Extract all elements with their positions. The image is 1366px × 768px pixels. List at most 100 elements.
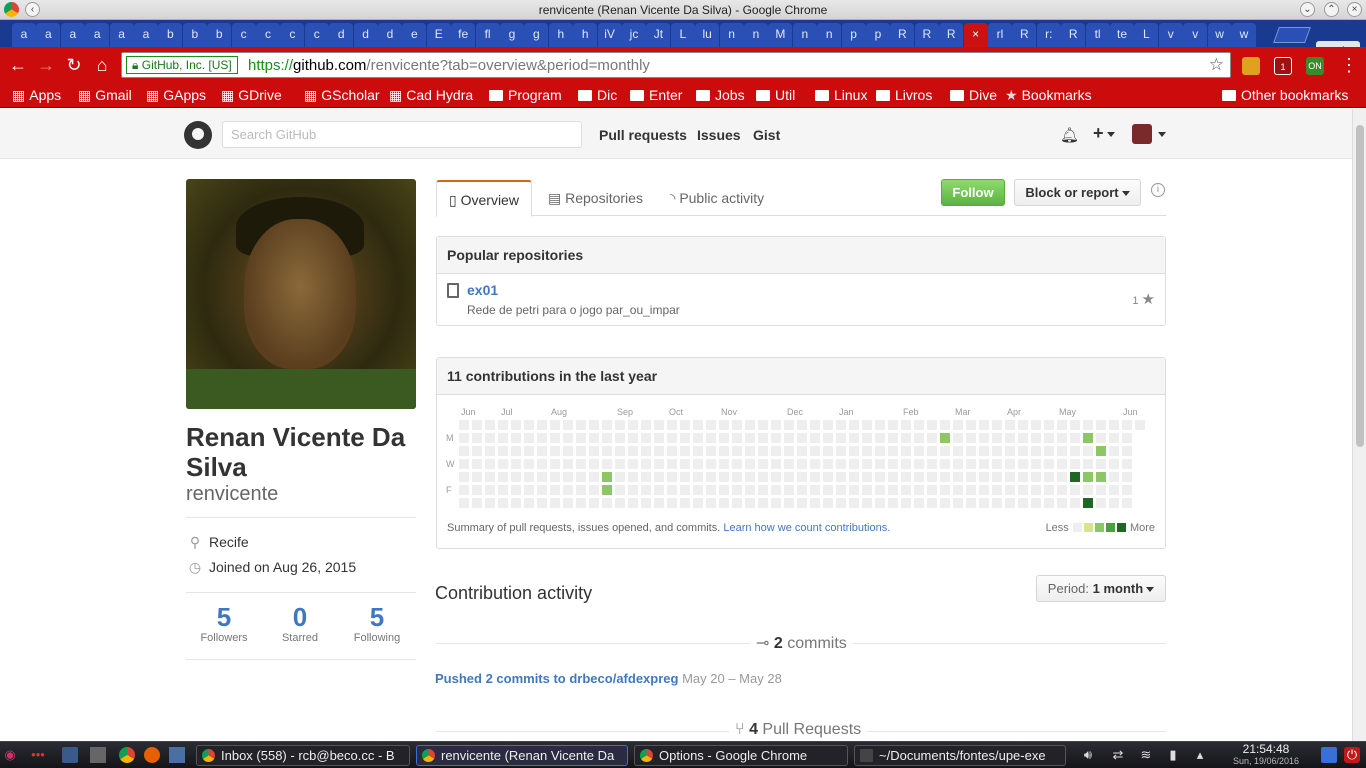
contribution-day[interactable] [563,420,573,430]
contribution-day[interactable] [615,498,625,508]
contribution-day[interactable] [667,433,677,443]
contribution-day[interactable] [1044,485,1054,495]
bookmark-gdrive[interactable]: ▦ GDrive [221,87,282,104]
taskbar-window[interactable]: Options - Google Chrome [634,745,848,766]
contribution-day[interactable] [914,472,924,482]
contribution-day[interactable] [940,446,950,456]
tab-overview[interactable]: ▯ Overview [436,180,532,217]
contribution-day[interactable] [810,485,820,495]
contribution-day[interactable] [927,420,937,430]
contribution-day[interactable] [771,446,781,456]
contribution-day[interactable] [472,446,482,456]
contribution-day[interactable] [771,433,781,443]
contribution-day[interactable] [797,446,807,456]
contribution-day[interactable] [524,446,534,456]
bookmark-livros[interactable]: Livros [876,87,932,103]
contribution-day[interactable] [940,498,950,508]
browser-tab[interactable]: h [548,23,573,47]
contribution-day[interactable] [771,498,781,508]
contribution-day[interactable] [1122,472,1132,482]
contribution-day[interactable] [732,472,742,482]
contribution-day[interactable] [758,420,768,430]
contribution-day[interactable] [1122,485,1132,495]
contribution-day[interactable] [836,433,846,443]
contribution-day[interactable] [1070,498,1080,508]
contribution-day[interactable] [927,446,937,456]
contribution-day[interactable] [524,472,534,482]
contribution-day[interactable] [472,472,482,482]
bookmark-bookmarks[interactable]: ★ Bookmarks [1005,87,1092,104]
contribution-day[interactable] [615,420,625,430]
browser-tab[interactable]: lu [695,23,720,47]
contribution-day[interactable] [1083,472,1093,482]
browser-tab[interactable]: a [134,23,158,47]
browser-tab[interactable]: R [890,23,915,47]
taskbar-window[interactable]: Inbox (558) - rcb@beco.cc - B [196,745,410,766]
contribution-day[interactable] [888,472,898,482]
reload-button[interactable]: ↻ [63,55,85,77]
contribution-day[interactable] [680,485,690,495]
file-manager-icon[interactable] [90,747,106,763]
contribution-day[interactable] [550,472,560,482]
contribution-day[interactable] [498,498,508,508]
contribution-day[interactable] [758,446,768,456]
browser-tab[interactable]: L [1134,23,1159,47]
contribution-day[interactable] [953,472,963,482]
contribution-day[interactable] [784,498,794,508]
contribution-day[interactable] [1018,459,1028,469]
contribution-day[interactable] [511,433,521,443]
contribution-day[interactable] [641,446,651,456]
contribution-day[interactable] [498,420,508,430]
contribution-day[interactable] [966,446,976,456]
contribution-day[interactable] [979,485,989,495]
other-bookmarks[interactable]: Other bookmarks [1222,87,1348,103]
contribution-day[interactable] [1005,485,1015,495]
contribution-day[interactable] [992,420,1002,430]
contribution-day[interactable] [1031,485,1041,495]
contribution-day[interactable] [927,485,937,495]
contribution-day[interactable] [511,420,521,430]
contribution-day[interactable] [654,459,664,469]
contribution-day[interactable] [459,446,469,456]
close-tab-icon[interactable]: × [972,27,979,41]
stat-following[interactable]: 5 Following [339,602,415,644]
contribution-day[interactable] [472,433,482,443]
battery-icon[interactable]: ▮ [1165,747,1181,763]
contribution-day[interactable] [810,420,820,430]
contribution-day[interactable] [459,433,469,443]
github-logo-icon[interactable] [184,121,212,149]
contribution-day[interactable] [524,498,534,508]
chrome-menu-icon[interactable]: ⋮ [1338,55,1360,77]
contribution-day[interactable] [563,459,573,469]
clock[interactable]: 21:54:48 Sun, 19/06/2016 [1222,742,1310,766]
contribution-day[interactable] [485,446,495,456]
browser-tab[interactable]: Jt [646,23,671,47]
browser-tab[interactable]: w [1232,23,1256,47]
contribution-day[interactable] [823,459,833,469]
contribution-day[interactable] [719,472,729,482]
contribution-day[interactable] [979,446,989,456]
contribution-day[interactable] [784,446,794,456]
contribution-day[interactable] [1083,433,1093,443]
contribution-day[interactable] [693,459,703,469]
browser-tab[interactable]: r: [1036,23,1061,47]
contribution-day[interactable] [537,485,547,495]
contribution-day[interactable] [615,459,625,469]
browser-tab[interactable]: n [719,23,744,47]
notifications-bell-icon[interactable]: 🔔︎ [1060,126,1079,144]
contribution-day[interactable] [1018,446,1028,456]
contribution-day[interactable] [1005,433,1015,443]
contribution-day[interactable] [602,420,612,430]
browser-tab[interactable]: b [207,23,232,47]
contribution-day[interactable] [823,446,833,456]
start-menu-icon[interactable]: ◉ [2,747,18,763]
follow-button[interactable]: Follow [941,179,1005,206]
contribution-day[interactable] [979,433,989,443]
contribution-day[interactable] [628,433,638,443]
contribution-day[interactable] [849,485,859,495]
contribution-day[interactable] [901,420,911,430]
contribution-day[interactable] [849,498,859,508]
contribution-day[interactable] [1070,446,1080,456]
contribution-day[interactable] [602,446,612,456]
contribution-day[interactable] [693,498,703,508]
